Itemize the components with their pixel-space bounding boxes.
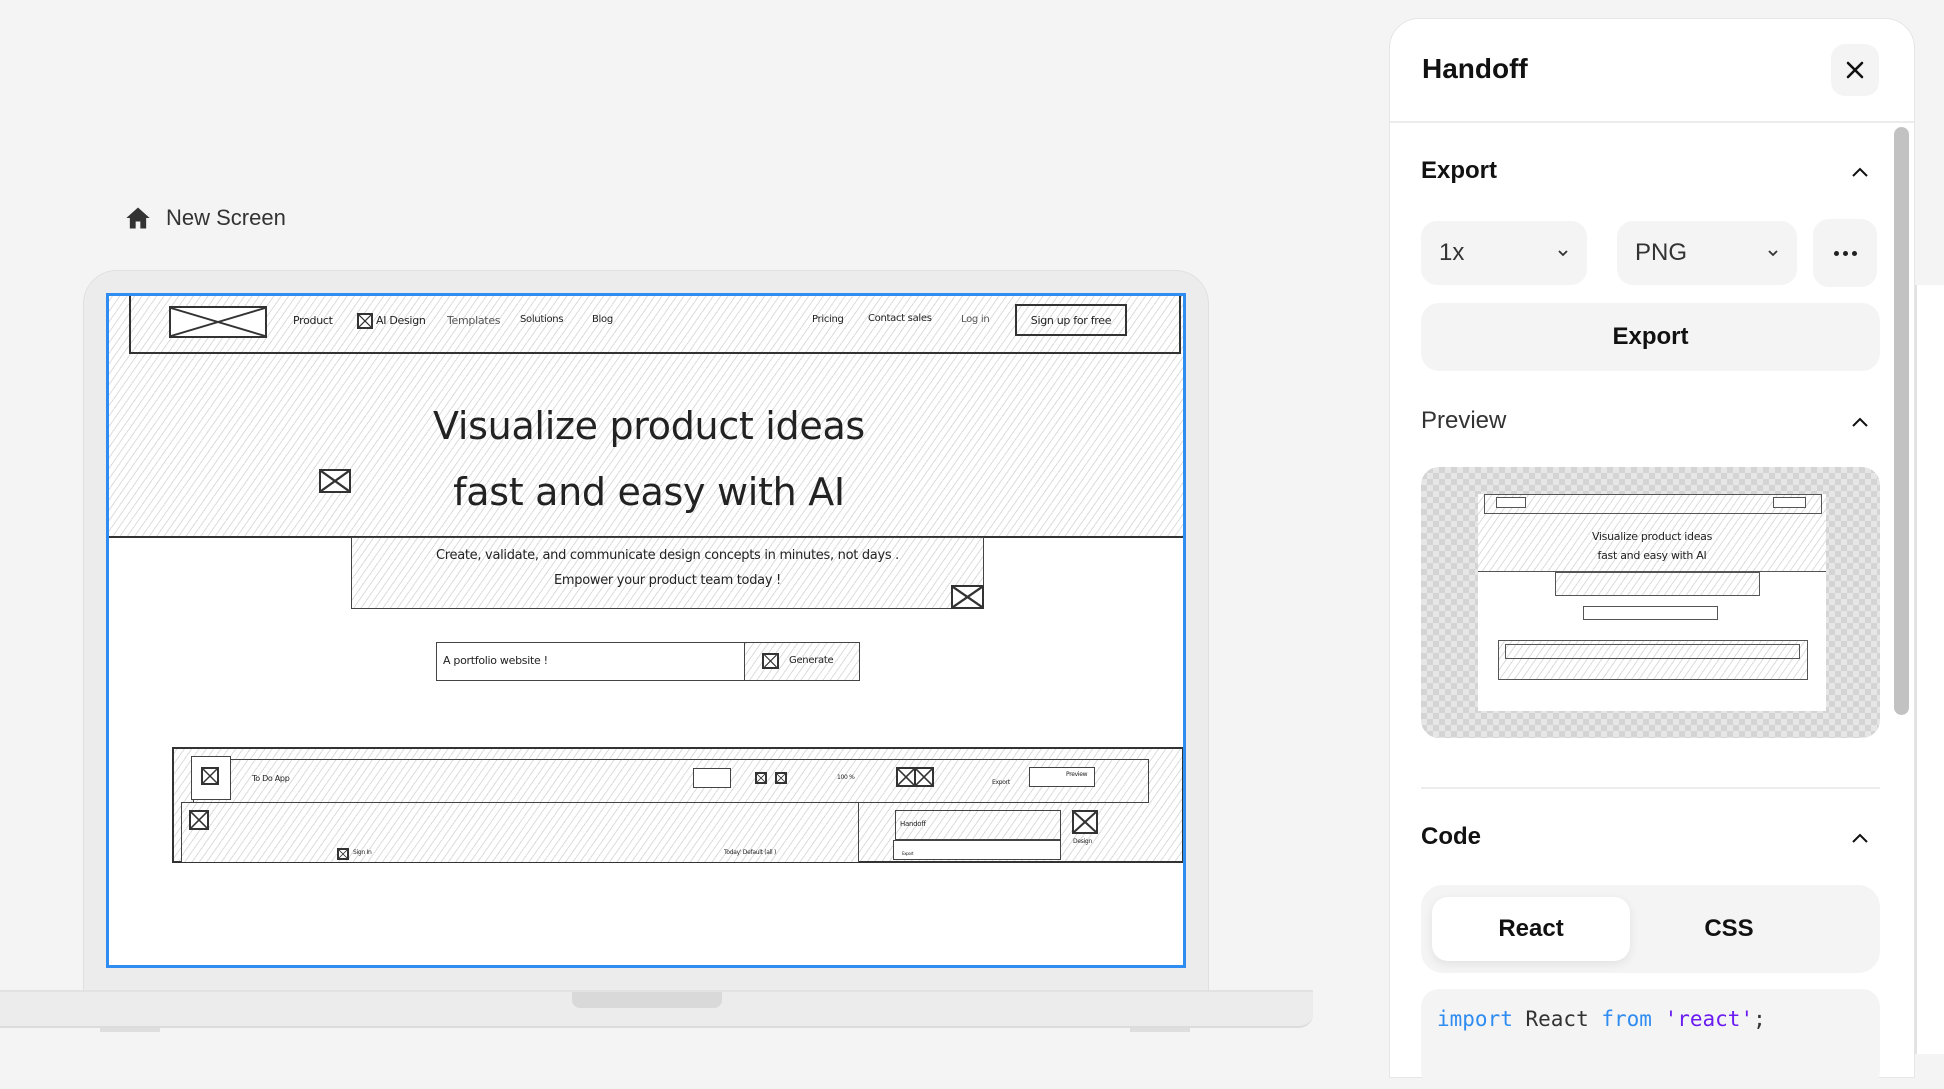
chevron-up-icon[interactable]: [1851, 416, 1869, 428]
laptop-foot: [1130, 1028, 1190, 1032]
app-mock-zoom: 100 %: [837, 774, 855, 781]
nav-log-in[interactable]: Log in: [961, 314, 990, 325]
nav-templates[interactable]: Templates: [447, 314, 501, 327]
chevron-down-icon: [1558, 250, 1568, 257]
prompt-input[interactable]: A portfolio website !: [436, 642, 746, 681]
preview-title-line1: Visualize product ideas: [1591, 530, 1713, 543]
generate-label: Generate: [789, 655, 834, 666]
section-divider: [1421, 787, 1880, 789]
hero-subtitle-line2: Empower your product team today !: [554, 573, 781, 588]
app-mock-handoff-label: Handoff: [900, 820, 926, 828]
app-mock-field: [693, 768, 731, 788]
nav-ai-design[interactable]: AI Design: [376, 314, 426, 327]
code-identifier: React: [1512, 1007, 1602, 1031]
image-icon: [189, 810, 209, 830]
nav-product[interactable]: Product: [293, 314, 333, 327]
image-icon: [762, 653, 779, 669]
signup-label: Sign up for free: [1030, 313, 1112, 327]
chevron-down-icon: [1768, 250, 1778, 257]
wireframe-screen[interactable]: Product AI Design Templates Solutions Bl…: [106, 293, 1186, 968]
nav-pricing[interactable]: Pricing: [812, 314, 844, 325]
hero-subtitle-line1: Create, validate, and communicate design…: [435, 548, 899, 563]
nav-contact-sales[interactable]: Contact sales: [868, 313, 932, 324]
app-mock-export-panel: Export: [893, 840, 1061, 860]
app-mock-status: Today' Default (all ): [724, 849, 777, 856]
code-block[interactable]: import React from 'react';: [1421, 989, 1880, 1089]
code-keyword: from: [1601, 1007, 1652, 1031]
app-mock-title: To Do App: [252, 774, 290, 783]
image-icon: [1072, 810, 1098, 834]
generate-button[interactable]: Generate: [744, 642, 860, 681]
prompt-input-value: A portfolio website !: [443, 654, 548, 667]
more-options-button[interactable]: [1813, 219, 1877, 287]
preview-thumbnail: Visualize product ideas fast and easy wi…: [1478, 494, 1826, 711]
image-icon: [775, 772, 787, 784]
adjacent-screen: [1915, 285, 1944, 1054]
panel-scrollbar[interactable]: [1894, 127, 1909, 715]
screen-label[interactable]: New Screen: [124, 204, 286, 232]
tab-css[interactable]: CSS: [1630, 897, 1828, 961]
app-mock-preview-button: Preview: [1029, 767, 1095, 787]
nav-blog[interactable]: Blog: [592, 314, 613, 325]
code-keyword: import: [1437, 1007, 1513, 1031]
image-icon: [337, 848, 349, 860]
home-icon: [126, 207, 150, 229]
screen-name: New Screen: [166, 205, 286, 230]
nav-solutions[interactable]: Solutions: [520, 314, 564, 325]
image-placeholder: [319, 469, 351, 493]
scale-select[interactable]: 1x: [1421, 221, 1587, 285]
more-horizontal-icon: [1833, 250, 1857, 256]
format-select[interactable]: PNG: [1617, 221, 1797, 285]
hero-title-line2: fast and easy with AI: [453, 470, 845, 514]
preview-title-line2: fast and easy with AI: [1597, 549, 1707, 562]
code-punctuation: ;: [1753, 1007, 1766, 1031]
scale-value: 1x: [1439, 239, 1465, 266]
app-mock-design: Design: [1073, 838, 1092, 845]
laptop-foot: [100, 1028, 160, 1032]
preview-image-container: Visualize product ideas fast and easy wi…: [1421, 467, 1880, 738]
chevron-up-icon[interactable]: [1851, 832, 1869, 844]
signup-button[interactable]: Sign up for free: [1015, 304, 1127, 336]
panel-title: Handoff: [1422, 53, 1528, 84]
app-mock-export: Export: [992, 779, 1010, 786]
image-placeholder: [951, 585, 984, 609]
export-button[interactable]: Export: [1421, 303, 1880, 371]
hero-title-line1: Visualize product ideas: [433, 404, 865, 448]
app-mock-handoff: Handoff: [895, 810, 1061, 840]
chevron-up-icon[interactable]: [1851, 166, 1869, 178]
export-section-title: Export: [1421, 157, 1498, 184]
app-mock-export-small: Export: [902, 851, 914, 856]
app-mock-preview-label: Preview: [1066, 771, 1088, 778]
tab-react[interactable]: React: [1432, 897, 1630, 961]
format-value: PNG: [1635, 239, 1688, 266]
image-icon: [896, 767, 916, 787]
image-icon: [914, 767, 934, 787]
close-button[interactable]: [1831, 44, 1879, 96]
app-mock-sign-in: Sign In: [353, 849, 372, 856]
close-icon: [1846, 61, 1864, 79]
app-mock-logo: [191, 756, 231, 800]
code-string: 'react': [1651, 1007, 1754, 1031]
code-tabs: React CSS: [1421, 885, 1880, 973]
image-icon: [755, 772, 767, 784]
code-section-title: Code: [1421, 823, 1481, 850]
preview-section-title: Preview: [1421, 407, 1507, 434]
laptop-notch: [572, 992, 722, 1008]
logo-placeholder: [169, 306, 267, 338]
image-icon: [357, 313, 373, 329]
